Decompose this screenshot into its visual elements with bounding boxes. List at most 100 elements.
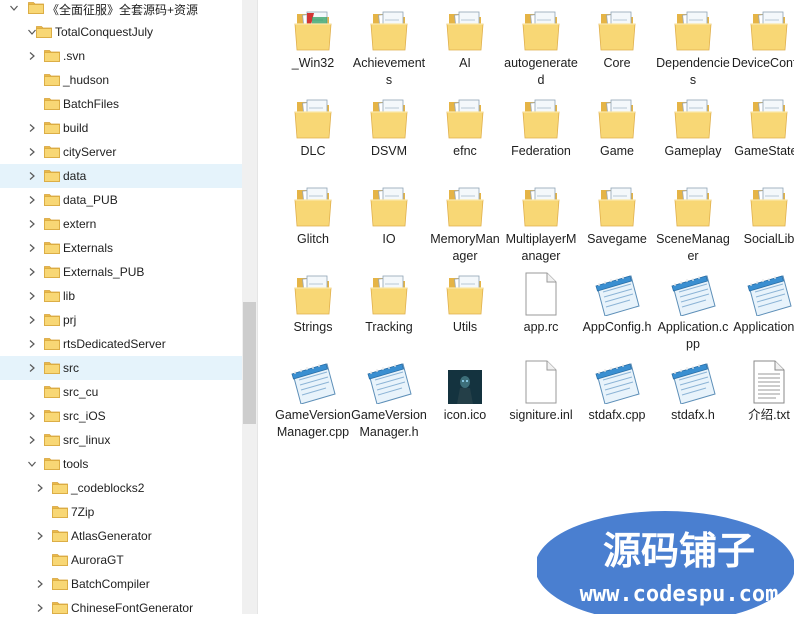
chevron-right-icon[interactable]: [27, 123, 37, 133]
file-item[interactable]: Utils: [427, 270, 503, 336]
chevron-right-icon[interactable]: [27, 51, 37, 61]
file-item-label: Gameplay: [664, 144, 722, 158]
file-item[interactable]: MemoryManager: [427, 182, 503, 265]
tree-item[interactable]: tools: [0, 452, 242, 476]
folder-icon: [44, 313, 60, 326]
folder-icon: [52, 505, 68, 518]
chevron-right-icon[interactable]: [35, 483, 45, 493]
file-item-label: SceneManager: [656, 232, 730, 263]
tree-item[interactable]: BatchCompiler: [0, 572, 242, 596]
tree-item[interactable]: src_cu: [0, 380, 242, 404]
tree-item[interactable]: .svn: [0, 44, 242, 68]
tree-item[interactable]: build: [0, 116, 242, 140]
tree-item[interactable]: rtsDedicatedServer: [0, 332, 242, 356]
tree-item-label: 7Zip: [71, 505, 95, 519]
file-item[interactable]: Achievements: [351, 6, 427, 89]
file-item[interactable]: MultiplayerManager: [503, 182, 579, 265]
file-item[interactable]: signiture.inl: [503, 358, 579, 424]
tree-item-label: 《全面征服》全套源码+资源: [47, 3, 199, 17]
file-item[interactable]: efnc: [427, 94, 503, 160]
chevron-right-icon[interactable]: [35, 531, 45, 541]
file-item[interactable]: Tracking: [351, 270, 427, 336]
file-item[interactable]: Savegame: [579, 182, 655, 248]
folder-icon: [44, 433, 60, 446]
file-item[interactable]: GameVersionManager.h: [351, 358, 427, 441]
tree-item[interactable]: 7Zip: [0, 500, 242, 524]
tree-item[interactable]: AuroraGT: [0, 548, 242, 572]
file-item[interactable]: Strings: [275, 270, 351, 336]
chevron-right-icon[interactable]: [27, 267, 37, 277]
tree-item[interactable]: 《全面征服》全套源码+资源: [0, 0, 242, 20]
chevron-right-icon[interactable]: [27, 219, 37, 229]
chevron-right-icon[interactable]: [27, 147, 37, 157]
file-item[interactable]: DLC: [275, 94, 351, 160]
chevron-right-icon[interactable]: [27, 195, 37, 205]
tree-item[interactable]: Externals: [0, 236, 242, 260]
tree-item[interactable]: ChineseFontGenerator: [0, 596, 242, 614]
chevron-down-icon[interactable]: [27, 459, 37, 469]
navigation-tree: 《全面征服》全套源码+资源 TotalConquestJuly .svn _hudso…: [0, 0, 242, 614]
file-item[interactable]: _Win32: [275, 6, 351, 72]
file-item-label: GameVersionManager.h: [351, 408, 427, 439]
chevron-right-icon[interactable]: [35, 579, 45, 589]
file-item[interactable]: stdafx.h: [655, 358, 731, 424]
folder-icon: [36, 25, 52, 38]
file-item[interactable]: Gameplay: [655, 94, 731, 160]
file-item[interactable]: stdafx.cpp: [579, 358, 655, 424]
file-item[interactable]: app.rc: [503, 270, 579, 336]
tree-item-label: src_linux: [63, 433, 111, 447]
chevron-right-icon[interactable]: [27, 243, 37, 253]
tree-item[interactable]: cityServer: [0, 140, 242, 164]
watermark-url: www.codespu.com: [580, 582, 779, 607]
tree-item[interactable]: extern: [0, 212, 242, 236]
file-item[interactable]: DSVM: [351, 94, 427, 160]
file-item[interactable]: AppConfig.h: [579, 270, 655, 336]
tree-item[interactable]: AtlasGenerator: [0, 524, 242, 548]
file-item[interactable]: IO: [351, 182, 427, 248]
chevron-right-icon[interactable]: [27, 435, 37, 445]
tree-item[interactable]: Externals_PUB: [0, 260, 242, 284]
tree-item[interactable]: data_PUB: [0, 188, 242, 212]
folder-icon: [44, 241, 60, 254]
file-item[interactable]: Application.h: [731, 270, 794, 336]
folder-icon: [52, 577, 68, 590]
chevron-right-icon[interactable]: [27, 339, 37, 349]
file-item[interactable]: icon.ico: [427, 358, 503, 424]
tree-item[interactable]: data: [0, 164, 242, 188]
tree-item[interactable]: src: [0, 356, 242, 380]
file-item[interactable]: SocialLib: [731, 182, 794, 248]
chevron-right-icon[interactable]: [27, 171, 37, 181]
file-item[interactable]: autogenerated: [503, 6, 579, 89]
chevron-right-icon[interactable]: [35, 603, 45, 613]
tree-item[interactable]: BatchFiles: [0, 92, 242, 116]
file-item[interactable]: DeviceConfig: [731, 6, 794, 72]
tree-scrollbar[interactable]: [242, 0, 257, 614]
tree-item[interactable]: _codeblocks2: [0, 476, 242, 500]
folder-icon: [44, 145, 60, 158]
file-item[interactable]: Application.cpp: [655, 270, 731, 353]
tree-item[interactable]: lib: [0, 284, 242, 308]
file-item[interactable]: Glitch: [275, 182, 351, 248]
folder-icon: [44, 361, 60, 374]
chevron-right-icon[interactable]: [27, 315, 37, 325]
file-item[interactable]: GameStates: [731, 94, 794, 160]
file-item[interactable]: SceneManager: [655, 182, 731, 265]
tree-item[interactable]: src_iOS: [0, 404, 242, 428]
tree-item[interactable]: _hudson: [0, 68, 242, 92]
file-item[interactable]: GameVersionManager.cpp: [275, 358, 351, 441]
chevron-right-icon[interactable]: [27, 363, 37, 373]
tree-item[interactable]: src_linux: [0, 428, 242, 452]
chevron-right-icon[interactable]: [27, 291, 37, 301]
file-item[interactable]: Game: [579, 94, 655, 160]
tree-scrollbar-thumb[interactable]: [243, 302, 256, 424]
file-item[interactable]: 介绍.txt: [731, 358, 794, 424]
file-item[interactable]: AI: [427, 6, 503, 72]
tree-item[interactable]: TotalConquestJuly: [0, 20, 242, 44]
file-item[interactable]: Federation: [503, 94, 579, 160]
chevron-down-icon[interactable]: [9, 3, 19, 13]
file-item[interactable]: Dependencies: [655, 6, 731, 89]
chevron-right-icon[interactable]: [27, 411, 37, 421]
tree-item[interactable]: prj: [0, 308, 242, 332]
watermark-badge: 源码铺子 www.codespu.com: [535, 511, 794, 617]
file-item[interactable]: Core: [579, 6, 655, 72]
